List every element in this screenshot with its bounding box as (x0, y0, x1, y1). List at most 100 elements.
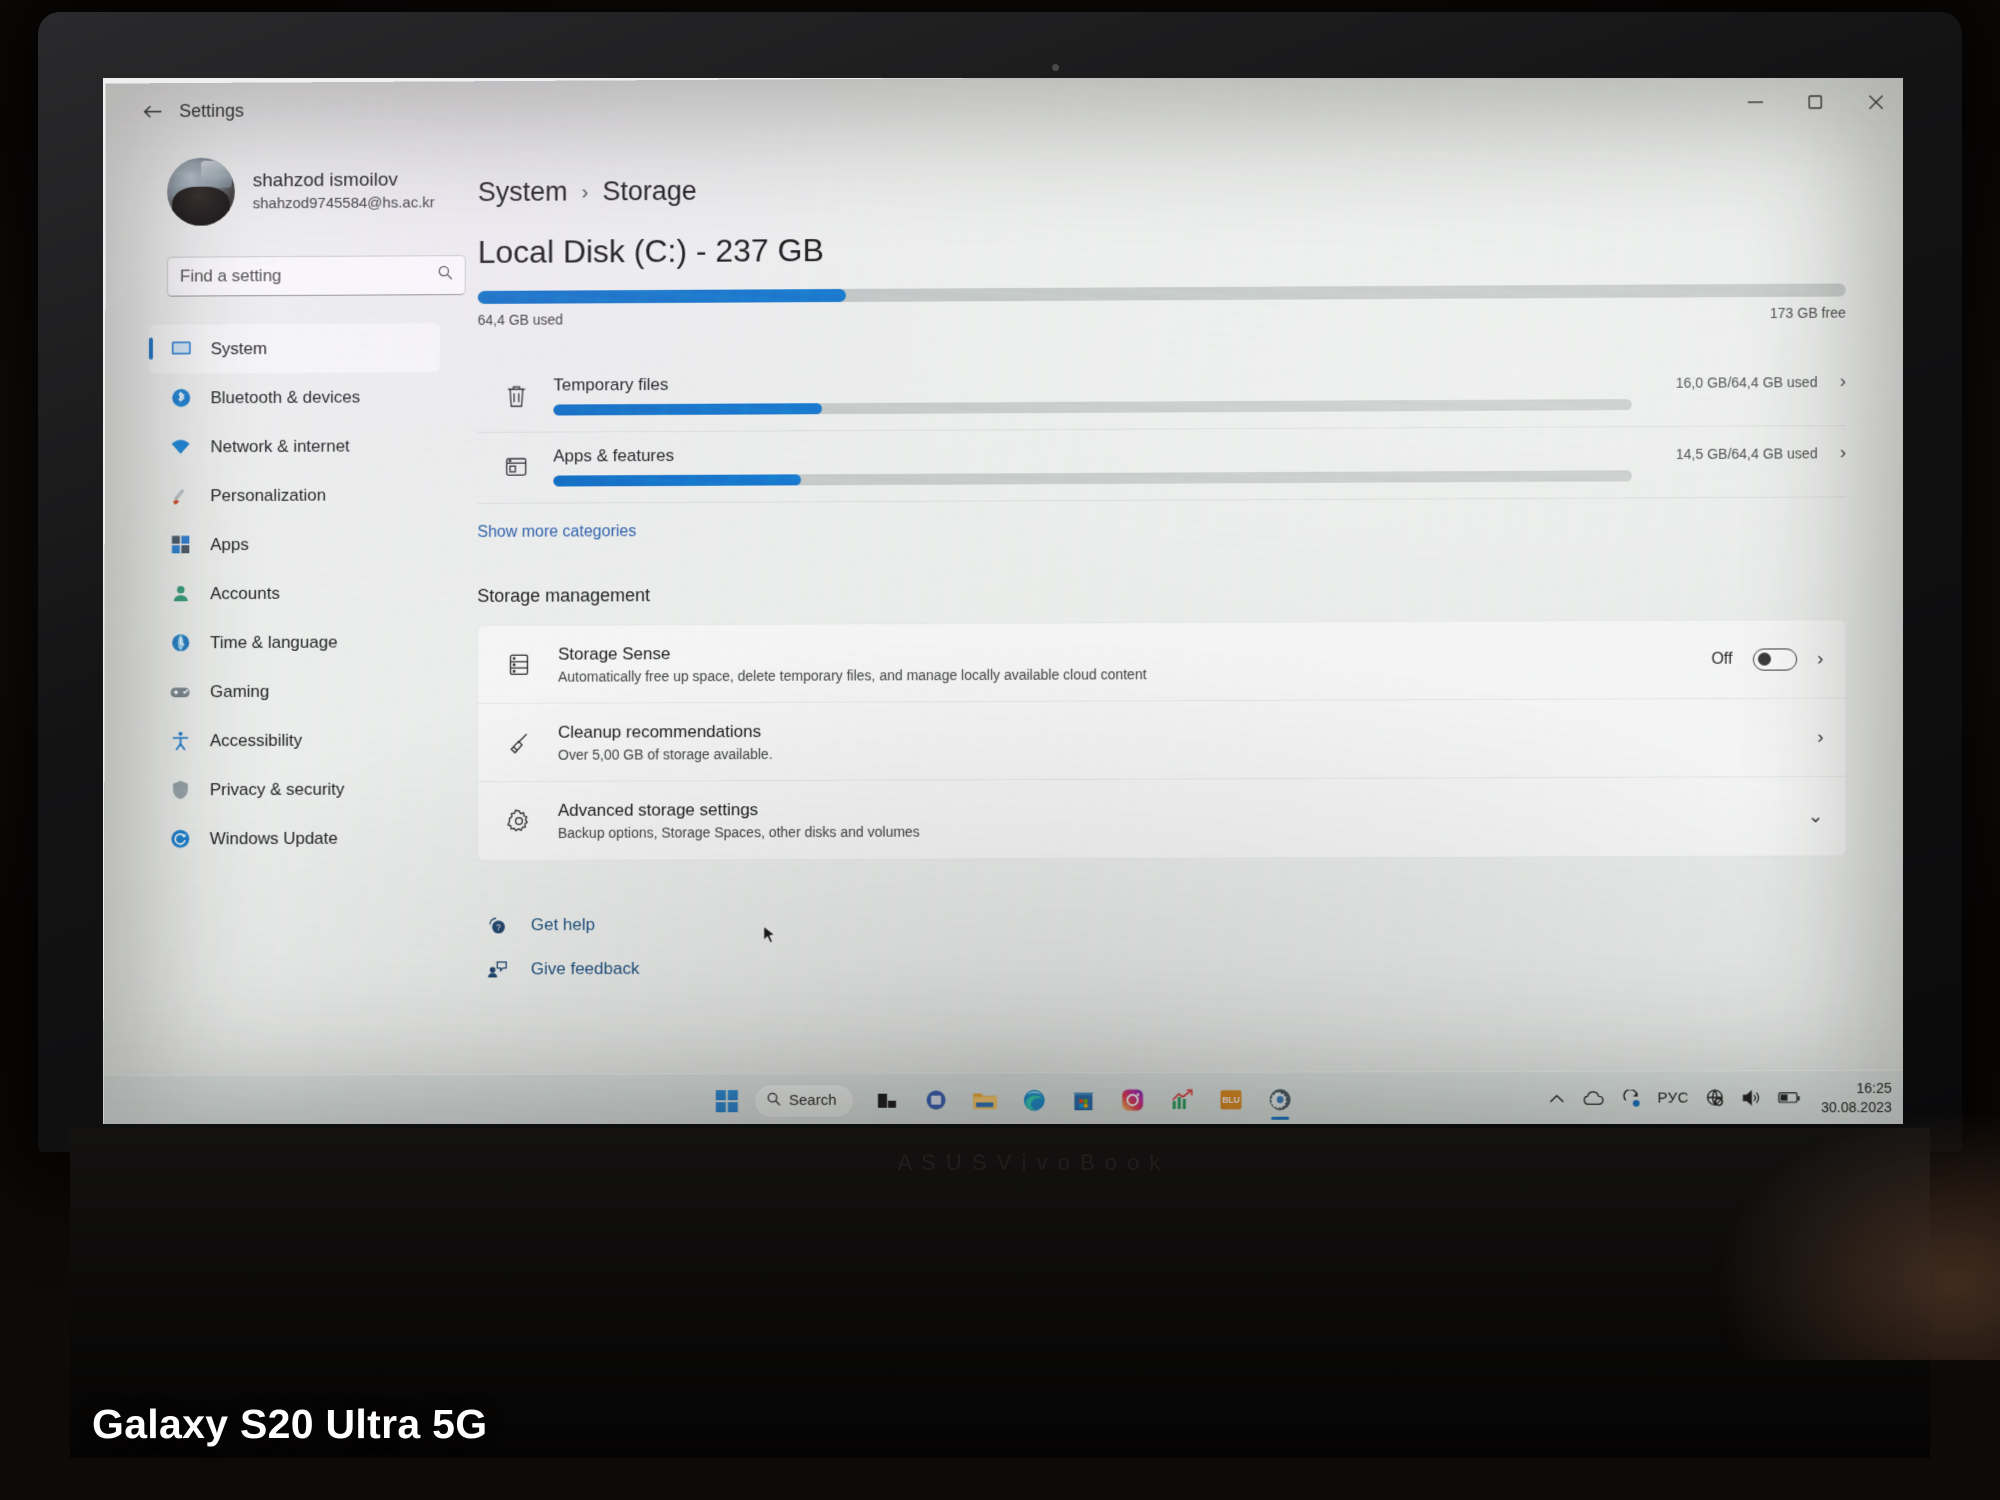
chevron-right-icon: › (581, 179, 589, 203)
storage-management-heading: Storage management (477, 585, 651, 606)
get-help-link[interactable]: ? Get help (477, 899, 1847, 948)
webcam-icon (1052, 64, 1059, 71)
taskbar-search-label: Search (788, 1091, 837, 1110)
microsoft-store-icon[interactable] (1061, 1078, 1105, 1122)
breadcrumb-current: Storage (602, 175, 697, 207)
storage-sense-toggle[interactable] (1752, 647, 1797, 671)
app-title: Settings (179, 100, 244, 121)
maximize-button[interactable] (1785, 81, 1845, 123)
disk-used-label: 64,4 GB used (477, 311, 564, 328)
refresh-circle-icon (168, 827, 192, 851)
chevron-right-icon[interactable]: › (1817, 726, 1823, 748)
sidebar-item-label: Bluetooth & devices (210, 387, 361, 407)
feedback-person-icon (485, 957, 509, 981)
gamepad-icon (168, 680, 192, 704)
help-link-label: Give feedback (530, 958, 640, 979)
speaker-icon[interactable] (1741, 1081, 1761, 1115)
category-row-apps-features[interactable]: Apps & features 14,5 GB/64,4 GB used › (477, 426, 1847, 504)
sidebar-item-apps[interactable]: Apps (148, 519, 439, 569)
cleanup-recommendations-row[interactable]: Cleanup recommendations Over 5,00 GB of … (478, 698, 1846, 783)
edge-browser-icon[interactable] (1012, 1078, 1056, 1122)
app-window-icon (501, 453, 531, 483)
avatar (167, 157, 235, 226)
row-title: Storage Sense (558, 643, 671, 664)
sidebar-item-label: System (210, 338, 268, 358)
toggle-knob (1757, 652, 1771, 666)
help-links: ? Get help Give feedback (477, 899, 1847, 992)
chat-teams-icon[interactable] (914, 1078, 958, 1122)
blu-app-icon[interactable]: BLU (1208, 1077, 1252, 1121)
sidebar-item-privacy-security[interactable]: Privacy & security (148, 764, 439, 814)
chevron-right-icon[interactable]: › (1817, 648, 1823, 670)
breadcrumb-parent[interactable]: System (478, 177, 568, 208)
tray-chevron-up-icon[interactable] (1547, 1081, 1567, 1115)
cloud-icon[interactable] (1583, 1081, 1605, 1115)
monitor-icon (169, 337, 193, 361)
close-button[interactable] (1845, 80, 1903, 122)
language-indicator[interactable]: РУС (1657, 1081, 1689, 1115)
system-tray: РУС 16:25 30.08.2023 (1547, 1078, 1892, 1117)
advanced-storage-settings-row[interactable]: Advanced storage settings Backup options… (478, 777, 1846, 860)
wifi-icon (169, 435, 193, 459)
mouse-cursor (763, 925, 777, 945)
photo-background: A S U S V i v o B o o k Settings shahzod… (0, 0, 2000, 1500)
sidebar-item-system[interactable]: System (148, 323, 440, 374)
task-view-icon[interactable] (864, 1078, 908, 1122)
globe-blocked-icon[interactable] (1705, 1081, 1725, 1115)
search-icon (767, 1092, 781, 1110)
stocks-chart-icon[interactable] (1159, 1077, 1203, 1121)
clock-date: 30.08.2023 (1821, 1098, 1892, 1115)
category-name: Temporary files (553, 374, 669, 395)
instagram-icon[interactable] (1110, 1077, 1154, 1121)
window-titlebar: Settings (106, 78, 1903, 139)
sidebar-item-windows-update[interactable]: Windows Update (148, 813, 439, 863)
back-button[interactable] (131, 94, 173, 128)
chevron-right-icon[interactable]: › (1840, 442, 1846, 464)
sidebar-item-network-internet[interactable]: Network & internet (149, 421, 440, 471)
give-feedback-link[interactable]: Give feedback (477, 943, 1847, 992)
bluetooth-icon (169, 386, 193, 410)
server-drive-icon (504, 649, 534, 679)
category-usage-fill (553, 474, 801, 487)
gear-icon (504, 806, 534, 836)
category-row-temporary-files[interactable]: Temporary files 16,0 GB/64,4 GB used › (477, 354, 1847, 433)
show-more-categories-link[interactable]: Show more categories (477, 518, 1846, 542)
row-subtitle: Over 5,00 GB of storage available. (557, 745, 773, 763)
storage-categories: Temporary files 16,0 GB/64,4 GB used › A… (477, 354, 1847, 504)
taskbar: Search BLU РУС 16:25 30.08.2023 (103, 1069, 1903, 1124)
sidebar-item-label: Personalization (210, 485, 327, 505)
battery-icon[interactable] (1778, 1081, 1801, 1115)
category-usage-fill (553, 403, 823, 416)
search-input[interactable]: Find a setting (166, 255, 466, 297)
settings-gear-icon[interactable] (1258, 1077, 1302, 1121)
sidebar-item-accessibility[interactable]: Accessibility (148, 715, 439, 765)
taskbar-search-box[interactable]: Search (753, 1083, 854, 1118)
sidebar-item-accounts[interactable]: Accounts (148, 568, 439, 618)
sidebar-item-gaming[interactable]: Gaming (148, 666, 439, 716)
account-card[interactable]: shahzod ismoilov shahzod9745584@hs.ac.kr (125, 145, 442, 233)
page-title: Local Disk (C:) - 237 GB (477, 232, 824, 270)
disk-usage-bar: 64,4 GB used 173 GB free (477, 283, 1846, 328)
sidebar-item-personalization[interactable]: Personalization (149, 470, 440, 520)
apps-grid-icon (168, 533, 192, 557)
chevron-right-icon[interactable]: › (1840, 371, 1846, 393)
sidebar-item-label: Apps (210, 534, 249, 554)
account-email: shahzod9745584@hs.ac.kr (252, 193, 435, 212)
broom-icon (504, 727, 534, 757)
chevron-down-icon[interactable]: ⌄ (1808, 805, 1824, 828)
sidebar-nav-list: System Bluetooth & devices Network & int… (124, 323, 442, 863)
update-refresh-icon[interactable] (1621, 1081, 1641, 1115)
clock-globe-icon (168, 631, 192, 655)
window-controls (1725, 80, 1903, 123)
sidebar-item-bluetooth-devices[interactable]: Bluetooth & devices (149, 372, 440, 422)
minimize-button[interactable] (1725, 81, 1785, 123)
clock[interactable]: 16:25 30.08.2023 (1821, 1078, 1892, 1116)
deck-reflection-text: A S U S V i v o B o o k (897, 1150, 1163, 1175)
photo-watermark: Galaxy S20 Ultra 5G (92, 1401, 488, 1447)
file-explorer-icon[interactable] (963, 1078, 1007, 1122)
sidebar-item-label: Network & internet (210, 436, 350, 456)
sidebar-item-time-language[interactable]: Time & language (148, 617, 439, 667)
storage-sense-row[interactable]: Storage Sense Automatically free up spac… (478, 620, 1846, 705)
paintbrush-icon (169, 484, 193, 508)
windows-start-icon[interactable] (705, 1079, 749, 1123)
